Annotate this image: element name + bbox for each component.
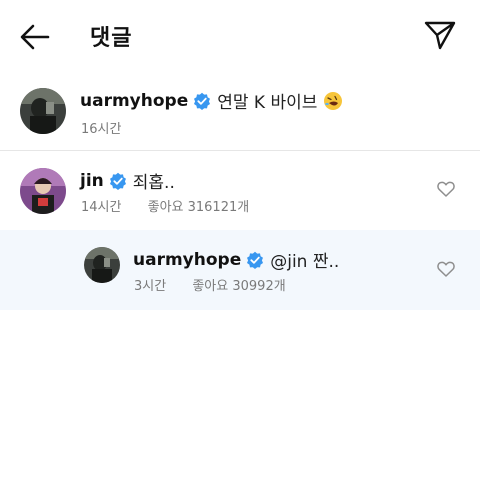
comment-username[interactable]: jin	[80, 171, 104, 191]
caption-text: 연말 K 바이브	[217, 93, 318, 113]
reply-line: uarmyhope @jin 짠..	[133, 247, 340, 273]
heart-icon[interactable]	[437, 261, 455, 277]
reply-likes-count[interactable]: 좋아요 30992개	[192, 279, 285, 294]
paper-plane-icon[interactable]	[422, 18, 458, 52]
avatar[interactable]	[84, 247, 120, 283]
reply-text: @jin 짠..	[270, 252, 340, 272]
comment-likes-count[interactable]: 좋아요 316121개	[148, 200, 250, 215]
caption-username[interactable]: uarmyhope	[80, 91, 188, 111]
comment-meta: 14시간 좋아요 316121개	[81, 196, 271, 215]
avatar-image	[20, 88, 66, 134]
reply-timestamp: 3시간	[134, 279, 167, 294]
caption-line: uarmyhope 연말 K 바이브	[80, 88, 343, 113]
avatar[interactable]	[20, 88, 66, 134]
comment-timestamp: 14시간	[81, 200, 122, 215]
top-bar: 댓글	[0, 0, 480, 72]
reply-username[interactable]: uarmyhope	[133, 250, 241, 270]
caption-meta: 16시간	[81, 118, 143, 137]
divider	[0, 150, 480, 151]
verified-badge-icon	[109, 172, 126, 190]
caption-timestamp: 16시간	[81, 122, 122, 137]
avatar[interactable]	[20, 168, 66, 214]
verified-badge-icon	[194, 92, 211, 110]
rolling-on-floor-laughing-emoji-icon	[324, 91, 343, 110]
verified-badge-icon	[247, 251, 264, 269]
avatar-image	[20, 168, 66, 214]
reply-meta: 3시간 좋아요 30992개	[134, 275, 308, 294]
comment-line: jin 죄홉..	[80, 168, 175, 194]
avatar-image	[84, 247, 120, 283]
arrow-left-icon[interactable]	[18, 22, 52, 52]
page-title: 댓글	[90, 26, 133, 51]
comment-text: 죄홉..	[132, 173, 175, 193]
heart-icon[interactable]	[437, 181, 455, 197]
